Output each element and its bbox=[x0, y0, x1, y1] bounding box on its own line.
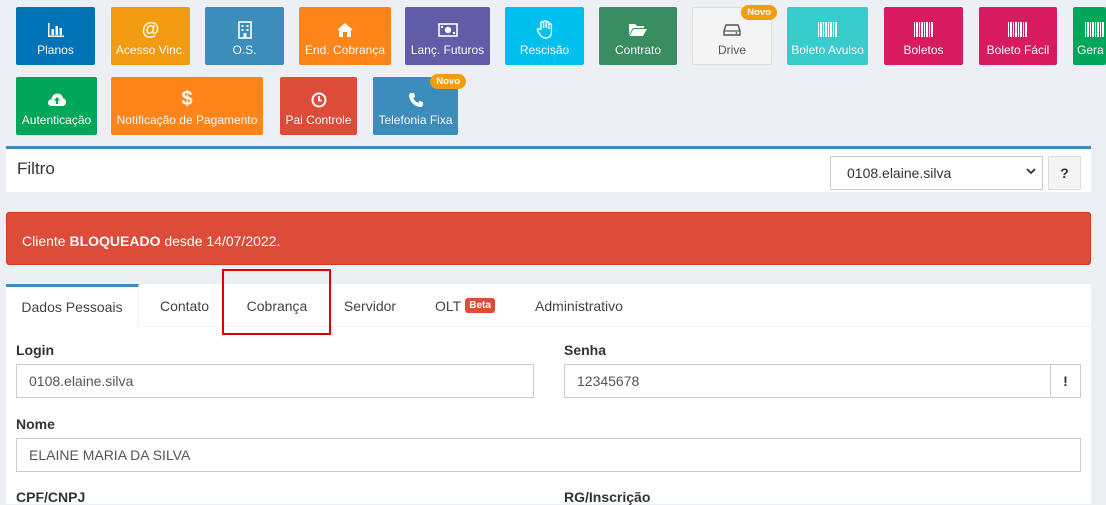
tab-contato[interactable]: Contato bbox=[146, 284, 223, 327]
autenticacao-label: Autenticação bbox=[21, 112, 92, 127]
barcode-icon bbox=[817, 20, 838, 40]
client-select[interactable]: 0108.elaine.silva bbox=[830, 156, 1043, 190]
end-cobranca-button[interactable]: End. Cobrança bbox=[299, 7, 391, 65]
boletos-label: Boletos bbox=[903, 42, 944, 57]
barcode-icon bbox=[1085, 20, 1105, 40]
acesso-vinc-button[interactable]: @ Acesso Vinc. bbox=[111, 7, 190, 65]
cloud-upload-icon bbox=[47, 90, 67, 110]
novo-badge: Novo bbox=[430, 74, 466, 89]
pai-controle-label: Pai Controle bbox=[285, 112, 352, 127]
clock-icon bbox=[311, 90, 327, 110]
acesso-vinc-label: Acesso Vinc. bbox=[115, 42, 186, 57]
client-card: Dados Pessoais Contato Cobrança Servidor… bbox=[6, 284, 1091, 505]
gera-label: Gera bbox=[1077, 42, 1104, 57]
building-icon bbox=[237, 20, 252, 40]
boleto-avulso-button[interactable]: Boleto Avulso bbox=[787, 7, 868, 65]
drive-label: Drive bbox=[717, 42, 746, 57]
hand-icon bbox=[536, 20, 554, 40]
telefonia-fixa-button[interactable]: Telefonia Fixa Novo bbox=[373, 74, 466, 135]
login-label: Login bbox=[16, 342, 55, 358]
barcode-icon bbox=[1008, 20, 1028, 40]
help-button[interactable]: ? bbox=[1048, 156, 1081, 190]
tab-olt-label: OLT bbox=[435, 297, 462, 314]
cobranca-highlight bbox=[222, 269, 331, 335]
client-select-value: 0108.elaine.silva bbox=[847, 165, 952, 181]
autenticacao-button[interactable]: Autenticação bbox=[16, 77, 97, 135]
money-icon bbox=[437, 20, 458, 40]
boleto-avulso-label: Boleto Avulso bbox=[791, 42, 864, 57]
phone-icon bbox=[408, 90, 424, 110]
os-button[interactable]: O.S. bbox=[205, 7, 284, 65]
novo-badge: Novo bbox=[741, 5, 777, 20]
alert-suffix: desde 14/07/2022. bbox=[160, 233, 281, 249]
alert-prefix: Cliente bbox=[22, 233, 70, 249]
alert-status: BLOQUEADO bbox=[69, 233, 161, 249]
tab-bar: Dados Pessoais Contato Cobrança Servidor… bbox=[6, 284, 1091, 327]
contrato-label: Contrato bbox=[614, 42, 662, 57]
bar-chart-icon bbox=[47, 20, 65, 40]
telefonia-fixa-label: Telefonia Fixa bbox=[378, 112, 453, 127]
dollar-icon: $ bbox=[181, 88, 193, 110]
drive-button[interactable]: Drive Novo bbox=[692, 5, 777, 65]
planos-label: Planos bbox=[37, 42, 74, 57]
tab-contato-label: Contato bbox=[159, 297, 210, 314]
senha-label: Senha bbox=[564, 342, 607, 358]
planos-button[interactable]: Planos bbox=[16, 7, 95, 65]
senha-field[interactable]: 12345678 bbox=[564, 364, 1051, 398]
contrato-button[interactable]: Contrato bbox=[599, 7, 677, 65]
boleto-facil-button[interactable]: Boleto Fácil bbox=[979, 7, 1057, 65]
lanc-futuros-button[interactable]: Lanç. Futuros bbox=[405, 7, 490, 65]
tab-administrativo-label: Administrativo bbox=[535, 297, 623, 314]
blocked-alert: Cliente BLOQUEADO desde 14/07/2022. bbox=[6, 212, 1091, 265]
at-icon: @ bbox=[141, 19, 160, 39]
beta-badge: Beta bbox=[465, 298, 495, 313]
folder-open-icon bbox=[628, 20, 648, 40]
tab-olt[interactable]: OLT Beta bbox=[422, 284, 508, 327]
tab-servidor[interactable]: Servidor bbox=[332, 284, 408, 327]
tab-dados-pessoais-label: Dados Pessoais bbox=[21, 299, 123, 315]
boletos-button[interactable]: Boletos bbox=[884, 7, 963, 65]
hard-drive-icon bbox=[723, 20, 741, 40]
os-label: O.S. bbox=[232, 42, 257, 57]
nome-label: Nome bbox=[16, 416, 55, 432]
rescisao-label: Rescisão bbox=[519, 42, 570, 57]
end-cobranca-label: End. Cobrança bbox=[304, 42, 386, 57]
cpf-cnpj-label: CPF/CNPJ bbox=[16, 489, 86, 505]
tab-administrativo[interactable]: Administrativo bbox=[521, 284, 637, 327]
tab-dados-pessoais[interactable]: Dados Pessoais bbox=[6, 284, 139, 327]
notificacao-pagamento-label: Notificação de Pagamento bbox=[116, 112, 258, 127]
notificacao-pagamento-button[interactable]: $ Notificação de Pagamento bbox=[111, 77, 263, 135]
lanc-futuros-label: Lanç. Futuros bbox=[410, 42, 485, 57]
boleto-facil-label: Boleto Fácil bbox=[986, 42, 1050, 57]
home-icon bbox=[336, 20, 354, 40]
chevron-down-icon bbox=[1026, 165, 1036, 179]
barcode-icon bbox=[913, 20, 934, 40]
filter-panel: Filtro 0108.elaine.silva ? bbox=[6, 146, 1091, 192]
tab-servidor-label: Servidor bbox=[343, 297, 397, 314]
rescisao-button[interactable]: Rescisão bbox=[505, 7, 584, 65]
login-field[interactable]: 0108.elaine.silva bbox=[16, 364, 534, 398]
pai-controle-button[interactable]: Pai Controle bbox=[280, 77, 357, 135]
gera-button[interactable]: Gera bbox=[1073, 7, 1106, 65]
rg-inscricao-label: RG/Inscrição bbox=[564, 489, 651, 505]
senha-reveal-button[interactable]: ! bbox=[1050, 364, 1081, 398]
filter-title: Filtro bbox=[17, 159, 55, 178]
nome-field[interactable]: ELAINE MARIA DA SILVA bbox=[16, 438, 1081, 472]
